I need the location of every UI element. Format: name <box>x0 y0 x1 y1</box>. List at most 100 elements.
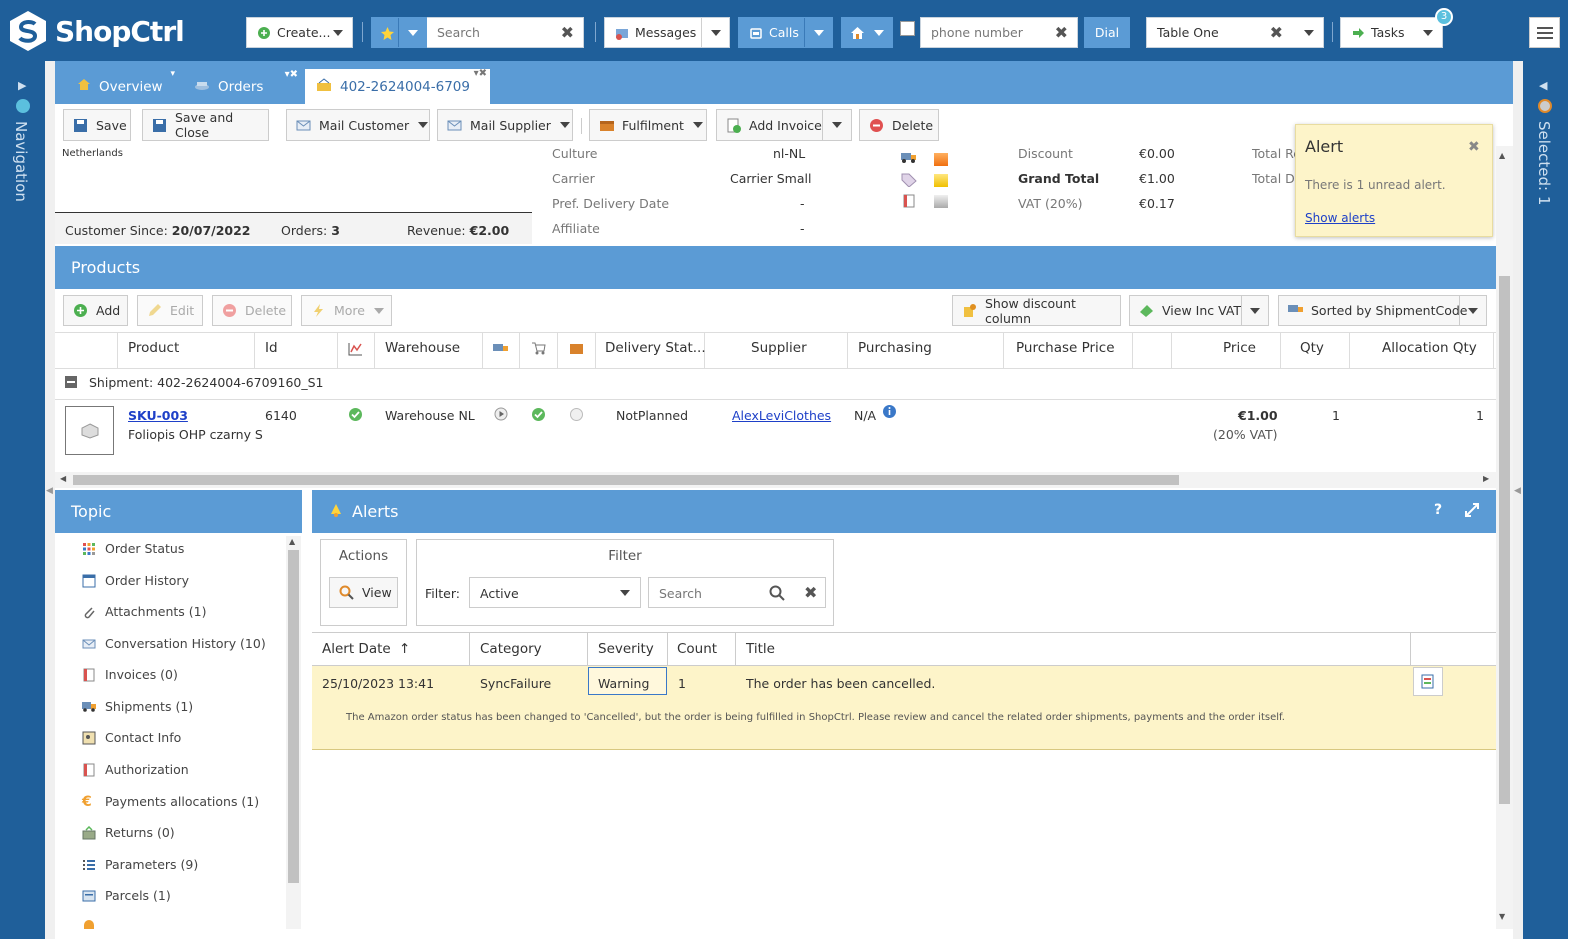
clear-phone-icon[interactable]: ✖ <box>1055 23 1068 42</box>
scroll-down-icon[interactable]: ▼ <box>1499 912 1505 921</box>
collapse-group-icon[interactable] <box>65 376 77 388</box>
topic-order-status[interactable]: Order Status <box>82 541 184 556</box>
hamburger-menu-button[interactable] <box>1529 17 1560 48</box>
topic-scrollbar[interactable]: ▲ <box>286 536 301 929</box>
view-alert-button[interactable]: View <box>329 577 398 608</box>
col-qty[interactable]: Qty <box>1300 340 1324 356</box>
favorites-dropdown[interactable] <box>398 18 426 47</box>
search-icon[interactable] <box>769 585 785 604</box>
delete-product-button[interactable]: Delete <box>212 295 292 326</box>
add-product-button[interactable]: Add <box>63 295 128 326</box>
topic-authorization[interactable]: Authorization <box>82 762 189 777</box>
alert-severity-value[interactable]: Warning <box>588 667 667 695</box>
add-invoice-button[interactable]: Add Invoice <box>716 109 852 141</box>
truck-icon[interactable] <box>493 342 509 357</box>
show-alerts-link[interactable]: Show alerts <box>1305 211 1375 225</box>
navigation-sidebar[interactable]: ▶ Navigation <box>0 61 45 939</box>
tab-close-icon[interactable]: ▾✖ <box>285 69 298 80</box>
delete-order-button[interactable]: Delete <box>859 109 939 141</box>
scroll-up-icon[interactable]: ▲ <box>1499 151 1505 160</box>
clear-search-icon[interactable]: ✖ <box>804 583 817 602</box>
topic-parcels[interactable]: Parcels (1) <box>82 888 171 903</box>
add-invoice-dropdown[interactable] <box>822 110 851 140</box>
global-search-input[interactable]: Search ✖ <box>427 17 584 48</box>
more-button[interactable]: More <box>301 295 392 326</box>
calls-button[interactable]: Calls <box>738 17 833 48</box>
edit-product-button[interactable]: Edit <box>137 295 203 326</box>
topic-returns[interactable]: Returns (0) <box>82 825 175 840</box>
scrollbar-thumb[interactable] <box>1499 276 1510 804</box>
calls-dropdown[interactable] <box>804 18 832 47</box>
col-supplier[interactable]: Supplier <box>751 340 807 356</box>
col-severity[interactable]: Severity <box>598 641 654 657</box>
view-inc-vat-button[interactable]: View Inc VAT <box>1129 295 1269 326</box>
table-select[interactable]: Table One ✖ <box>1146 17 1324 48</box>
col-count[interactable]: Count <box>677 641 717 657</box>
view-vat-dropdown[interactable] <box>1241 296 1268 325</box>
col-warehouse[interactable]: Warehouse <box>385 340 460 356</box>
chevron-down-icon[interactable] <box>874 29 884 36</box>
topic-parameters[interactable]: Parameters (9) <box>82 857 198 872</box>
col-delivery-status[interactable]: Delivery Stat... <box>605 340 706 356</box>
clear-table-icon[interactable]: ✖ <box>1270 23 1283 42</box>
col-purchase-price[interactable]: Purchase Price <box>1016 340 1115 356</box>
cart-icon[interactable] <box>531 341 546 358</box>
sorted-by-button[interactable]: Sorted by ShipmentCode <box>1278 295 1487 326</box>
filter-select[interactable]: Active <box>469 577 641 608</box>
topic-shipments[interactable]: Shipments (1) <box>82 699 193 714</box>
scroll-left-icon[interactable]: ◀ <box>60 474 66 483</box>
create-dropdown[interactable] <box>324 18 352 47</box>
scroll-right-icon[interactable]: ▶ <box>1483 474 1489 483</box>
col-alert-date[interactable]: Alert Date ↑ <box>322 641 410 657</box>
tasks-button[interactable]: Tasks <box>1340 17 1443 48</box>
phone-checkbox[interactable] <box>900 21 915 36</box>
favorites-button[interactable] <box>371 17 427 48</box>
messages-button[interactable]: Messages <box>604 17 730 48</box>
topic-attachments[interactable]: Attachments (1) <box>82 604 206 619</box>
help-icon[interactable]: ? <box>1434 502 1442 518</box>
topic-order-history[interactable]: Order History <box>82 573 189 588</box>
products-horizontal-scrollbar[interactable]: ◀ ▶ <box>55 472 1496 488</box>
topic-contact-info[interactable]: Contact Info <box>82 730 181 745</box>
topic-conversation-history[interactable]: Conversation History (10) <box>82 636 266 651</box>
col-id[interactable]: Id <box>265 340 278 356</box>
chevron-left-icon[interactable]: ◀ <box>1539 79 1547 92</box>
scrollbar-thumb[interactable] <box>73 475 1179 485</box>
tab-order-detail[interactable]: 402-2624004-6709 ▾✖ <box>305 68 490 104</box>
col-purchasing[interactable]: Purchasing <box>858 340 932 356</box>
create-button[interactable]: Create... <box>246 17 353 48</box>
topic-invoices[interactable]: Invoices (0) <box>82 667 178 682</box>
tab-orders[interactable]: Orders ▾✖ <box>190 69 302 104</box>
chevron-right-icon[interactable]: ▶ <box>18 79 26 92</box>
tab-menu-icon[interactable]: ▾ <box>170 69 175 79</box>
mail-customer-button[interactable]: Mail Customer <box>286 109 430 141</box>
info-icon[interactable] <box>882 404 897 422</box>
alert-open-button[interactable] <box>1413 667 1443 696</box>
col-category[interactable]: Category <box>480 641 542 657</box>
fulfilment-button[interactable]: Fulfilment <box>589 109 707 141</box>
product-image[interactable] <box>65 406 114 455</box>
supplier-link[interactable]: AlexLeviClothes <box>732 408 831 423</box>
scrollbar-thumb[interactable] <box>288 550 299 883</box>
phone-number-input[interactable]: phone number ✖ <box>920 17 1078 48</box>
alert-row[interactable]: 25/10/2023 13:41 SyncFailure Warning 1 T… <box>312 666 1496 750</box>
selected-sidebar[interactable]: ◀ Selected: 1 <box>1523 61 1568 939</box>
topic-payments-allocations[interactable]: € Payments allocations (1) <box>82 794 259 809</box>
table-dropdown[interactable] <box>1295 18 1323 47</box>
show-discount-column-button[interactable]: Show discount column <box>952 295 1121 326</box>
chart-icon[interactable] <box>348 342 363 359</box>
col-product[interactable]: Product <box>128 340 179 356</box>
save-button[interactable]: Save <box>63 109 131 141</box>
alert-search-input[interactable]: Search ✖ <box>648 577 826 608</box>
scroll-up-icon[interactable]: ▲ <box>289 537 295 546</box>
expand-icon[interactable] <box>1464 502 1480 522</box>
box-icon[interactable] <box>569 342 584 358</box>
save-and-close-button[interactable]: Save and Close <box>142 109 269 141</box>
messages-dropdown[interactable] <box>701 18 729 47</box>
home-button[interactable] <box>841 17 893 48</box>
sorted-dropdown[interactable] <box>1459 296 1486 325</box>
col-allocation-qty[interactable]: Allocation Qty <box>1382 340 1477 356</box>
mail-supplier-button[interactable]: Mail Supplier <box>437 109 573 141</box>
tab-overview[interactable]: Overview ▾ <box>70 69 190 104</box>
clear-search-icon[interactable]: ✖ <box>561 23 574 42</box>
